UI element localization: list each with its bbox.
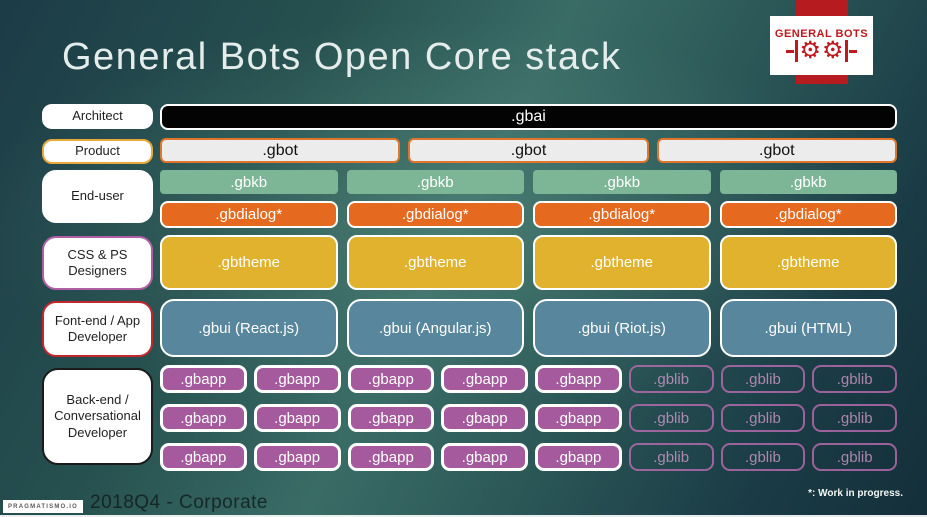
stack-box-gbui-react: .gbui (React.js) bbox=[160, 299, 338, 357]
stack-box-gbui-html: .gbui (HTML) bbox=[719, 299, 897, 357]
general-bots-logo: GENERAL BOTS ⚙ ⚙ bbox=[770, 16, 873, 75]
stack-box-gbtheme: .gbtheme bbox=[719, 235, 897, 290]
stack-box-gbapp: .gbapp bbox=[160, 404, 247, 432]
stack-box-gblib: .gblib bbox=[720, 404, 806, 432]
stack-box-gbapp: .gbapp bbox=[347, 365, 435, 393]
logo-left-bar bbox=[795, 40, 799, 62]
role-label-frontend-developer: Font-end / App Developer bbox=[42, 301, 153, 357]
stack-box-gblib: .gblib bbox=[720, 443, 806, 471]
stack-box-gbapp: .gbapp bbox=[253, 404, 341, 432]
role-label-backend-developer: Back-end / Conversational Developer bbox=[42, 368, 153, 465]
stack-box-gbtheme: .gbtheme bbox=[160, 235, 338, 290]
work-in-progress-note: *: Work in progress. bbox=[808, 488, 903, 499]
stack-box-gbot: .gbot bbox=[408, 138, 649, 163]
stack-box-gbkb: .gbkb bbox=[346, 170, 524, 194]
gear-icon: ⚙ bbox=[799, 37, 821, 64]
stack-box-gblib: .gblib bbox=[628, 404, 714, 432]
stack-box-gblib: .gblib bbox=[812, 365, 897, 393]
stack-box-gbot: .gbot bbox=[656, 138, 897, 163]
stack-box-gbapp: .gbapp bbox=[441, 365, 528, 393]
row-backend-3: .gbapp .gbapp .gbapp .gbapp .gbapp .gbli… bbox=[160, 443, 897, 471]
stack-box-gblib: .gblib bbox=[812, 404, 897, 432]
stack-box-gblib: .gblib bbox=[812, 443, 897, 471]
row-gbai: .gbai bbox=[160, 104, 897, 130]
role-label-architect: Architect bbox=[42, 104, 153, 129]
role-label-designers: CSS & PS Designers bbox=[42, 236, 153, 290]
stack-box-gbapp: .gbapp bbox=[441, 443, 528, 471]
stack-box-gbapp: .gbapp bbox=[160, 365, 247, 393]
stack-box-gbkb: .gbkb bbox=[160, 170, 338, 194]
slide-canvas: General Bots Open Core stack GENERAL BOT… bbox=[0, 0, 927, 517]
stack-box-gbot: .gbot bbox=[160, 138, 401, 163]
stack-box-gbapp: .gbapp bbox=[535, 443, 622, 471]
row-gbot: .gbot .gbot .gbot bbox=[160, 138, 897, 163]
stack-box-gbkb: .gbkb bbox=[719, 170, 897, 194]
stack-box-gbai: .gbai bbox=[160, 104, 897, 130]
stack-box-gblib: .gblib bbox=[628, 443, 714, 471]
row-gbtheme: .gbtheme .gbtheme .gbtheme .gbtheme bbox=[160, 235, 897, 290]
stack-box-gbtheme: .gbtheme bbox=[346, 235, 524, 290]
stack-box-gbapp: .gbapp bbox=[535, 404, 622, 432]
logo-gears: ⚙ ⚙ bbox=[786, 37, 857, 64]
stack-box-gblib: .gblib bbox=[720, 365, 806, 393]
slide-footer-label: 2018Q4 - Corporate bbox=[90, 492, 268, 513]
role-label-end-user: End-user bbox=[42, 170, 153, 223]
row-backend-1: .gbapp .gbapp .gbapp .gbapp .gbapp .gbli… bbox=[160, 365, 897, 393]
stack-box-gbui-riot: .gbui (Riot.js) bbox=[533, 299, 711, 357]
stack-box-gbapp: .gbapp bbox=[253, 365, 341, 393]
row-gbkb: .gbkb .gbkb .gbkb .gbkb bbox=[160, 170, 897, 194]
stack-box-gbapp: .gbapp bbox=[535, 365, 622, 393]
stack-box-gbdialog: .gbdialog* bbox=[160, 201, 338, 228]
stack-box-gbdialog: .gbdialog* bbox=[533, 201, 711, 228]
stack-box-gbapp: .gbapp bbox=[441, 404, 528, 432]
gear-icon: ⚙ bbox=[822, 37, 844, 64]
stack-box-gbapp: .gbapp bbox=[347, 404, 435, 432]
stack-box-gbdialog: .gbdialog* bbox=[346, 201, 524, 228]
stack-box-gbui-angular: .gbui (Angular.js) bbox=[346, 299, 524, 357]
stack-box-gbdialog: .gbdialog* bbox=[719, 201, 897, 228]
row-gbui: .gbui (React.js) .gbui (Angular.js) .gbu… bbox=[160, 299, 897, 357]
role-label-product: Product bbox=[42, 139, 153, 164]
logo-right-line bbox=[848, 49, 857, 53]
pragmatismo-logo: PRAGMATISMO.IO bbox=[3, 500, 83, 513]
stack-box-gbkb: .gbkb bbox=[533, 170, 711, 194]
row-gbdialog: .gbdialog* .gbdialog* .gbdialog* .gbdial… bbox=[160, 201, 897, 228]
stack-box-gbapp: .gbapp bbox=[160, 443, 247, 471]
logo-right-bar bbox=[844, 40, 848, 62]
logo-left-line bbox=[786, 49, 795, 53]
stack-box-gbapp: .gbapp bbox=[253, 443, 341, 471]
row-backend-2: .gbapp .gbapp .gbapp .gbapp .gbapp .gbli… bbox=[160, 404, 897, 432]
stack-box-gbtheme: .gbtheme bbox=[533, 235, 711, 290]
page-title: General Bots Open Core stack bbox=[62, 36, 622, 78]
stack-box-gblib: .gblib bbox=[628, 365, 714, 393]
stack-box-gbapp: .gbapp bbox=[347, 443, 435, 471]
